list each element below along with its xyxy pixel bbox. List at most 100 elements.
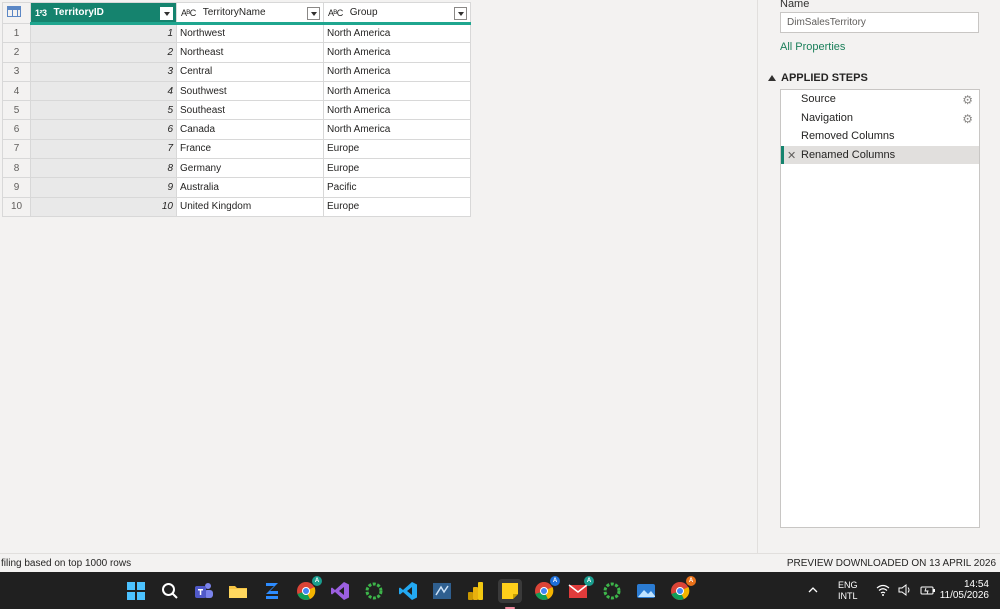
cell-territoryname[interactable]: Germany	[176, 158, 324, 179]
table-row: 9 9 Australia Pacific	[2, 177, 471, 198]
column-filter-dropdown[interactable]	[307, 7, 320, 20]
row-number[interactable]: 1	[2, 22, 31, 44]
cell-group[interactable]: Europe	[323, 196, 471, 217]
delete-step-icon[interactable]: ✕	[787, 149, 796, 162]
table-menu-button[interactable]	[2, 2, 31, 24]
row-number[interactable]: 7	[2, 138, 31, 160]
applied-step-label: Source	[801, 93, 836, 106]
visual-studio-icon[interactable]	[328, 579, 352, 603]
loading-app-icon-2[interactable]	[600, 579, 624, 603]
data-grid: 1²3 TerritoryID AᴮC TerritoryName AᴮC Group…	[2, 2, 471, 217]
status-preview-text: PREVIEW DOWNLOADED ON 13 APRIL 2026	[786, 557, 996, 569]
applied-step-label: Renamed Columns	[801, 148, 896, 161]
text-type-icon[interactable]: AᴮC	[181, 8, 196, 18]
cell-group[interactable]: Europe	[323, 138, 471, 160]
ssms-icon[interactable]	[430, 579, 454, 603]
applied-step-item[interactable]: Source ⚙	[781, 90, 979, 109]
table-row: 3 3 Central North America	[2, 61, 471, 82]
profile-badge-icon: A	[312, 575, 322, 586]
cell-territoryid[interactable]: 2	[30, 42, 177, 63]
table-row: 4 4 Southwest North America	[2, 80, 471, 102]
cell-territoryname[interactable]: Northwest	[176, 22, 324, 44]
applied-step-label: Navigation	[801, 111, 853, 124]
teams-icon[interactable]	[192, 579, 216, 603]
cell-territoryid[interactable]: 9	[30, 177, 177, 198]
step-settings-gear-icon[interactable]: ⚙	[962, 93, 973, 107]
collapse-triangle-icon[interactable]	[768, 75, 776, 81]
cell-group[interactable]: Pacific	[323, 177, 471, 198]
applied-step-item[interactable]: Navigation ⚙	[781, 109, 979, 128]
applied-step-item[interactable]: ✕ Renamed Columns	[781, 145, 979, 164]
vscode-icon[interactable]	[396, 579, 420, 603]
cell-territoryid[interactable]: 5	[30, 100, 177, 121]
all-properties-link[interactable]: All Properties	[780, 41, 845, 53]
cell-territoryname[interactable]: France	[176, 138, 324, 160]
cell-territoryname[interactable]: Australia	[176, 177, 324, 198]
query-name-input[interactable]	[780, 12, 979, 33]
file-explorer-icon[interactable]	[226, 579, 250, 603]
cell-territoryname[interactable]: Central	[176, 61, 324, 82]
cell-group[interactable]: North America	[323, 80, 471, 102]
step-settings-gear-icon[interactable]: ⚙	[962, 112, 973, 126]
status-profiling-text: filing based on top 1000 rows	[1, 557, 132, 569]
cell-group[interactable]: North America	[323, 42, 471, 63]
column-filter-dropdown[interactable]	[454, 7, 467, 20]
applied-steps-header[interactable]: APPLIED STEPS	[768, 72, 868, 84]
text-type-icon[interactable]: AᴮC	[328, 8, 343, 18]
chrome-profile-2-icon[interactable]: A	[668, 575, 696, 603]
wifi-icon[interactable]	[876, 584, 890, 598]
sticky-notes-icon[interactable]	[498, 578, 522, 609]
cell-territoryid[interactable]: 3	[30, 61, 177, 82]
cell-group[interactable]: North America	[323, 119, 471, 140]
row-number[interactable]: 2	[2, 42, 31, 63]
photos-icon[interactable]	[634, 579, 658, 603]
clock[interactable]: 14:54 11/05/2026	[933, 579, 989, 601]
search-icon[interactable]	[158, 579, 182, 603]
cell-territoryname[interactable]: Southwest	[176, 80, 324, 102]
cell-territoryname[interactable]: Southeast	[176, 100, 324, 121]
row-number[interactable]: 6	[2, 119, 31, 140]
cell-territoryname[interactable]: Canada	[176, 119, 324, 140]
table-row: 8 8 Germany Europe	[2, 158, 471, 179]
row-number[interactable]: 4	[2, 80, 31, 102]
applied-step-item[interactable]: Removed Columns	[781, 127, 979, 146]
data-preview-area: 1²3 TerritoryID AᴮC TerritoryName AᴮC Group…	[0, 0, 757, 553]
column-header-territoryname[interactable]: AᴮC TerritoryName	[176, 2, 324, 25]
cell-territoryid[interactable]: 10	[30, 196, 177, 217]
row-number[interactable]: 8	[2, 158, 31, 179]
show-hidden-icons-chevron-icon[interactable]	[808, 586, 818, 596]
row-number[interactable]: 9	[2, 177, 31, 198]
column-filter-dropdown[interactable]	[160, 7, 173, 20]
loading-app-icon[interactable]	[362, 579, 386, 603]
column-header-label: TerritoryName	[202, 7, 266, 18]
cell-group[interactable]: North America	[323, 22, 471, 44]
chrome-icon[interactable]: A	[294, 575, 322, 603]
cell-group[interactable]: Europe	[323, 158, 471, 179]
query-settings-pane: Name All Properties APPLIED STEPS Source…	[757, 0, 1000, 553]
zoom-icon[interactable]	[260, 579, 284, 603]
row-number[interactable]: 10	[2, 196, 31, 217]
cell-territoryid[interactable]: 1	[30, 22, 177, 44]
cell-territoryname[interactable]: Northeast	[176, 42, 324, 63]
windows-start-icon[interactable]	[124, 579, 148, 603]
cell-territoryid[interactable]: 8	[30, 158, 177, 179]
applied-steps-list: Source ⚙ Navigation ⚙ Removed Columns ✕ Rename…	[780, 89, 980, 528]
column-header-group[interactable]: AᴮC Group	[323, 2, 471, 25]
cell-territoryid[interactable]: 6	[30, 119, 177, 140]
cell-territoryid[interactable]: 4	[30, 80, 177, 102]
cell-group[interactable]: North America	[323, 61, 471, 82]
cell-territoryid[interactable]: 7	[30, 138, 177, 160]
cell-territoryname[interactable]: United Kingdom	[176, 196, 324, 217]
profile-badge-icon: A	[584, 575, 594, 586]
whole-number-type-icon[interactable]: 1²3	[35, 8, 47, 18]
mail-icon[interactable]: A	[566, 575, 594, 603]
column-header-territoryid[interactable]: 1²3 TerritoryID	[30, 2, 177, 25]
power-bi-icon[interactable]	[464, 579, 488, 603]
cell-group[interactable]: North America	[323, 100, 471, 121]
row-number[interactable]: 3	[2, 61, 31, 82]
system-tray: ENG INTL	[808, 572, 936, 609]
chrome-profile-icon[interactable]: A	[532, 575, 560, 603]
volume-icon[interactable]	[898, 583, 912, 598]
language-indicator[interactable]: ENG INTL	[838, 580, 858, 602]
row-number[interactable]: 5	[2, 100, 31, 121]
